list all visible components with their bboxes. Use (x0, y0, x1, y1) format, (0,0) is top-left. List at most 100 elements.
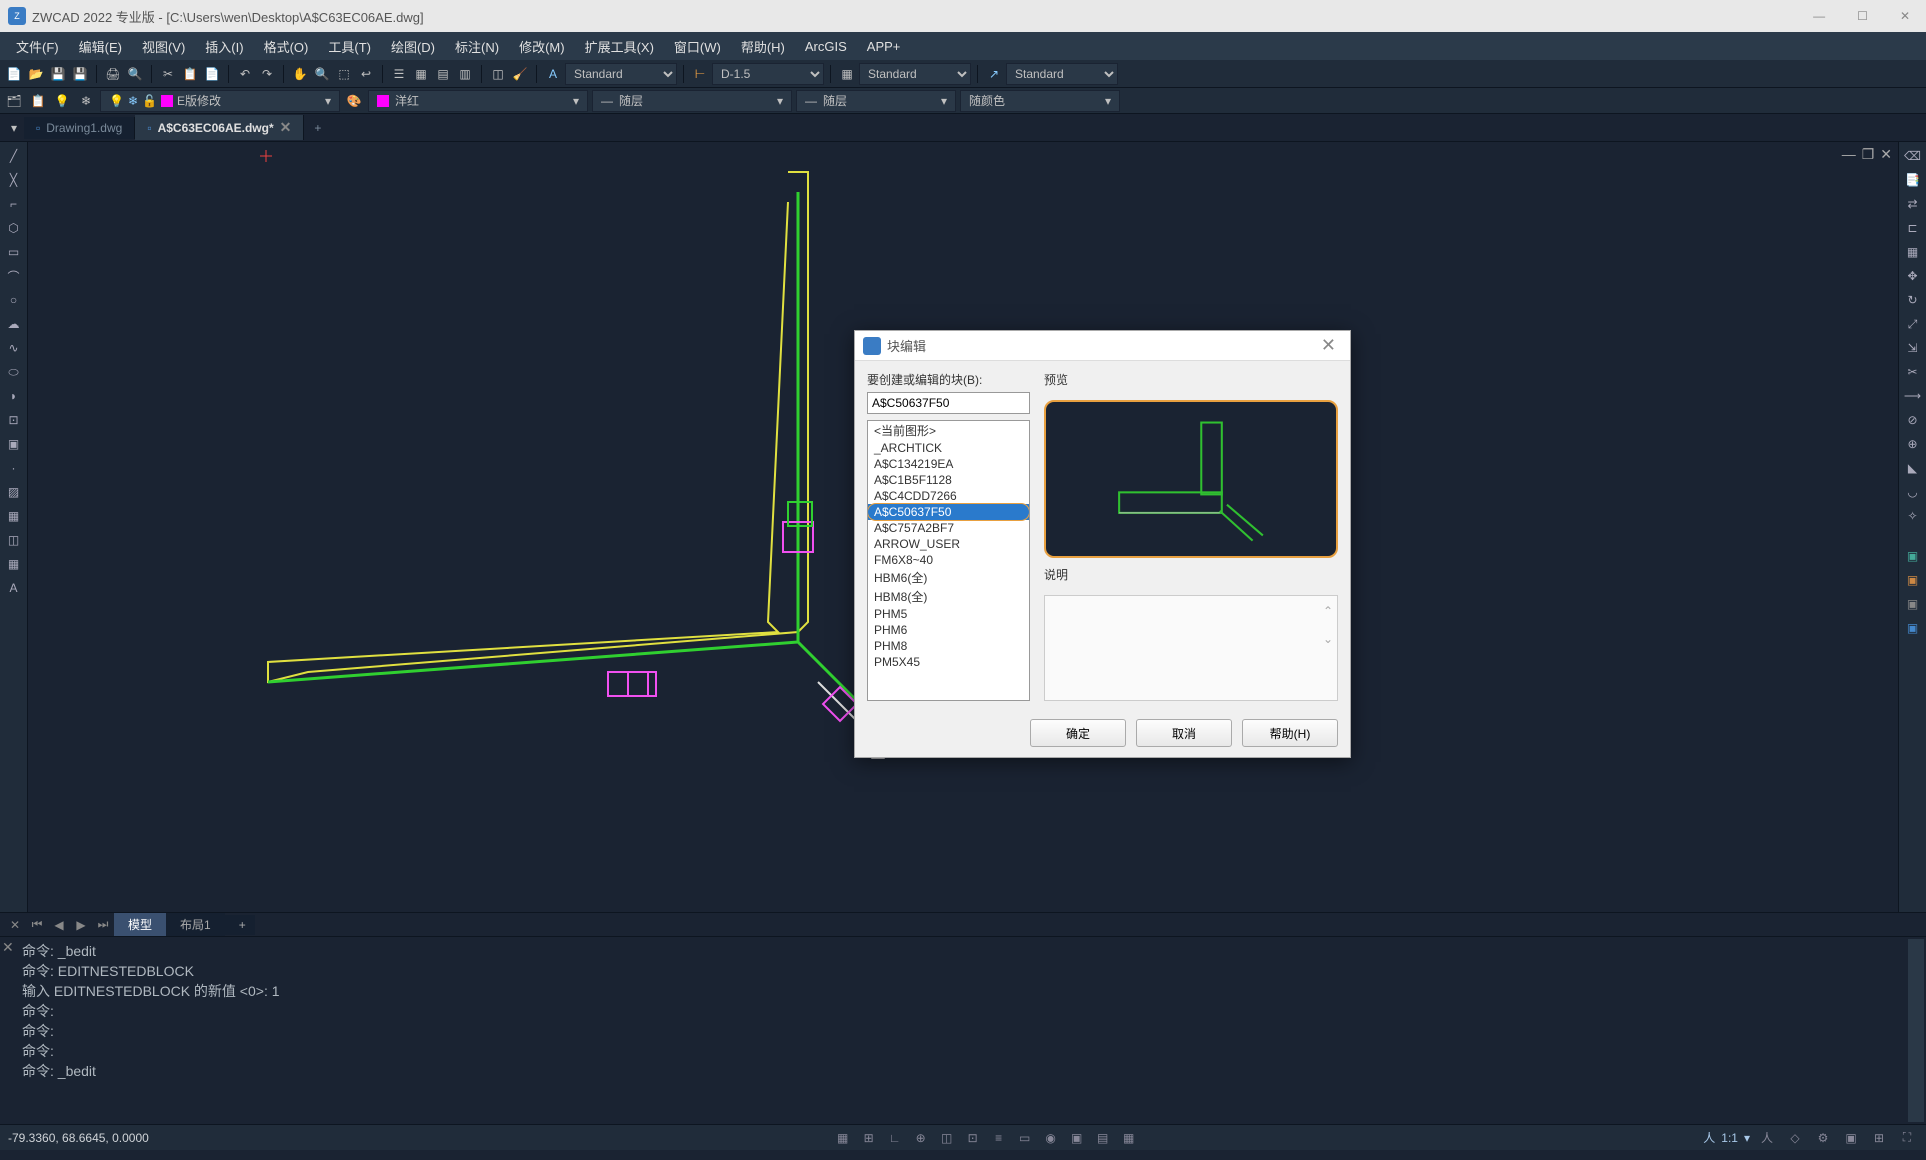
otrack-toggle-icon[interactable]: ⊡ (962, 1128, 984, 1148)
add-tab-button[interactable]: + (304, 117, 331, 139)
cut-icon[interactable]: ✂ (158, 64, 178, 84)
qp-toggle-icon[interactable]: ▤ (1092, 1128, 1114, 1148)
close-tab-icon[interactable]: ✕ (280, 119, 292, 136)
layout1-tab[interactable]: 布局1 (166, 913, 225, 936)
clean-icon[interactable]: 🧹 (510, 64, 530, 84)
mirror-tool-icon[interactable]: ⇄ (1903, 194, 1923, 214)
doc-tab-current[interactable]: ▫ A$C63EC06AE.dwg* ✕ (135, 115, 304, 140)
minimize-button[interactable]: — (1805, 5, 1833, 27)
tab-close-icon[interactable]: ✕ (4, 915, 26, 935)
region-tool-icon[interactable]: ◫ (4, 530, 24, 550)
list-item[interactable]: PHM6 (868, 622, 1029, 638)
fillet-tool-icon[interactable]: ◡ (1903, 482, 1923, 502)
doc-tab-drawing1[interactable]: ▫ Drawing1.dwg (24, 117, 135, 139)
menu-file[interactable]: 文件(F) (6, 33, 69, 60)
menu-help[interactable]: 帮助(H) (731, 33, 795, 60)
coordinates[interactable]: -79.3360, 68.6645, 0.0000 (8, 1131, 268, 1145)
pan-icon[interactable]: ✋ (290, 64, 310, 84)
line-tool-icon[interactable]: ╱ (4, 146, 24, 166)
list-item[interactable]: HBM6(全) (868, 568, 1029, 587)
close-button[interactable]: ✕ (1892, 5, 1918, 27)
hardware-icon[interactable]: ⊞ (1868, 1128, 1890, 1148)
ok-button[interactable]: 确定 (1030, 719, 1126, 747)
dyn-toggle-icon[interactable]: ▭ (1014, 1128, 1036, 1148)
ortho-toggle-icon[interactable]: ∟ (884, 1128, 906, 1148)
dialog-close-button[interactable]: ✕ (1315, 335, 1342, 356)
menu-format[interactable]: 格式(O) (254, 33, 319, 60)
palette-3-icon[interactable]: ▣ (1903, 594, 1923, 614)
tab-list-icon[interactable]: ▾ (4, 118, 24, 138)
linetype-select[interactable]: — 随层 ▾ (592, 90, 792, 112)
layer-manager-icon[interactable]: 🗂 (4, 91, 24, 111)
scale-label[interactable]: 1:1 (1721, 1131, 1738, 1145)
ellipse-arc-tool-icon[interactable]: ◗ (4, 386, 24, 406)
scroll-up-icon[interactable]: ⌃ (1323, 604, 1333, 618)
layer-states-icon[interactable]: 📋 (28, 91, 48, 111)
palette-2-icon[interactable]: ▣ (1903, 570, 1923, 590)
layer-off-icon[interactable]: 💡 (52, 91, 72, 111)
new-icon[interactable]: 📄 (4, 64, 24, 84)
add-layout-button[interactable]: + (225, 915, 255, 935)
stretch-tool-icon[interactable]: ⇲ (1903, 338, 1923, 358)
snap-toggle-icon[interactable]: ⊞ (858, 1128, 880, 1148)
annotation-scale-icon[interactable]: 人 (1703, 1129, 1715, 1146)
tab-next-icon[interactable]: ▶ (70, 915, 92, 935)
list-item[interactable]: HBM8(全) (868, 587, 1029, 606)
scale-tool-icon[interactable]: ⤢ (1903, 314, 1923, 334)
command-window[interactable]: ✕ 命令: _bedit 命令: EDITNESTEDBLOCK 输入 EDIT… (0, 936, 1926, 1124)
lineweight-select[interactable]: — 随层 ▾ (796, 90, 956, 112)
lwt-toggle-icon[interactable]: ≡ (988, 1128, 1010, 1148)
spline-tool-icon[interactable]: ∿ (4, 338, 24, 358)
move-tool-icon[interactable]: ✥ (1903, 266, 1923, 286)
table-tool-icon[interactable]: ▦ (4, 554, 24, 574)
block-list[interactable]: <当前图形> _ARCHTICK A$C134219EA A$C1B5F1128… (867, 420, 1030, 701)
mtext-tool-icon[interactable]: A (4, 578, 24, 598)
cancel-button[interactable]: 取消 (1136, 719, 1232, 747)
layer-freeze-icon[interactable]: ❄ (76, 91, 96, 111)
rotate-tool-icon[interactable]: ↻ (1903, 290, 1923, 310)
saveas-icon[interactable]: 💾 (70, 64, 90, 84)
mleaderstyle-select[interactable]: Standard (1006, 63, 1118, 85)
save-icon[interactable]: 💾 (48, 64, 68, 84)
list-item[interactable]: PHM5 (868, 606, 1029, 622)
dimstyle-select[interactable]: D-1.5 (712, 63, 824, 85)
offset-tool-icon[interactable]: ⊏ (1903, 218, 1923, 238)
trim-tool-icon[interactable]: ✂ (1903, 362, 1923, 382)
tablestyle-select[interactable]: Standard (859, 63, 971, 85)
menu-edit[interactable]: 编辑(E) (69, 33, 132, 60)
dialog-titlebar[interactable]: 块编辑 ✕ (855, 331, 1350, 361)
zoom-window-icon[interactable]: ⬚ (334, 64, 354, 84)
polyline-tool-icon[interactable]: ⌐ (4, 194, 24, 214)
annovis-icon[interactable]: 人 (1756, 1128, 1778, 1148)
scroll-down-icon[interactable]: ⌄ (1323, 632, 1333, 646)
layer-match-icon[interactable]: 🎨 (344, 91, 364, 111)
explode-tool-icon[interactable]: ✧ (1903, 506, 1923, 526)
polygon-tool-icon[interactable]: ⬡ (4, 218, 24, 238)
properties-icon[interactable]: ☰ (389, 64, 409, 84)
model-toggle-icon[interactable]: ▣ (1066, 1128, 1088, 1148)
block-icon[interactable]: ◫ (488, 64, 508, 84)
copy-tool-icon[interactable]: 📑 (1903, 170, 1923, 190)
rectangle-tool-icon[interactable]: ▭ (4, 242, 24, 262)
palette-4-icon[interactable]: ▣ (1903, 618, 1923, 638)
help-button[interactable]: 帮助(H) (1242, 719, 1338, 747)
menu-appplus[interactable]: APP+ (857, 35, 911, 58)
osnap-toggle-icon[interactable]: ◫ (936, 1128, 958, 1148)
arc-tool-icon[interactable]: ⌒ (4, 266, 24, 286)
menu-modify[interactable]: 修改(M) (509, 33, 575, 60)
list-item[interactable]: PM5X45 (868, 654, 1029, 670)
scale-dropdown-icon[interactable]: ▾ (1744, 1131, 1750, 1145)
menu-view[interactable]: 视图(V) (132, 33, 195, 60)
list-item[interactable]: A$C757A2BF7 (868, 520, 1029, 536)
xline-tool-icon[interactable]: ╳ (4, 170, 24, 190)
list-item[interactable]: PHM8 (868, 638, 1029, 654)
monitor-icon[interactable]: ▣ (1840, 1128, 1862, 1148)
list-item[interactable]: <当前图形> (868, 421, 1029, 440)
erase-tool-icon[interactable]: ⌫ (1903, 146, 1923, 166)
cmd-scrollbar[interactable] (1908, 939, 1924, 1122)
sheet-set-icon[interactable]: ▥ (455, 64, 475, 84)
list-item-selected[interactable]: A$C50637F50 (868, 504, 1029, 520)
hatch-tool-icon[interactable]: ▨ (4, 482, 24, 502)
polar-toggle-icon[interactable]: ⊕ (910, 1128, 932, 1148)
textstyle-icon[interactable]: A (543, 64, 563, 84)
